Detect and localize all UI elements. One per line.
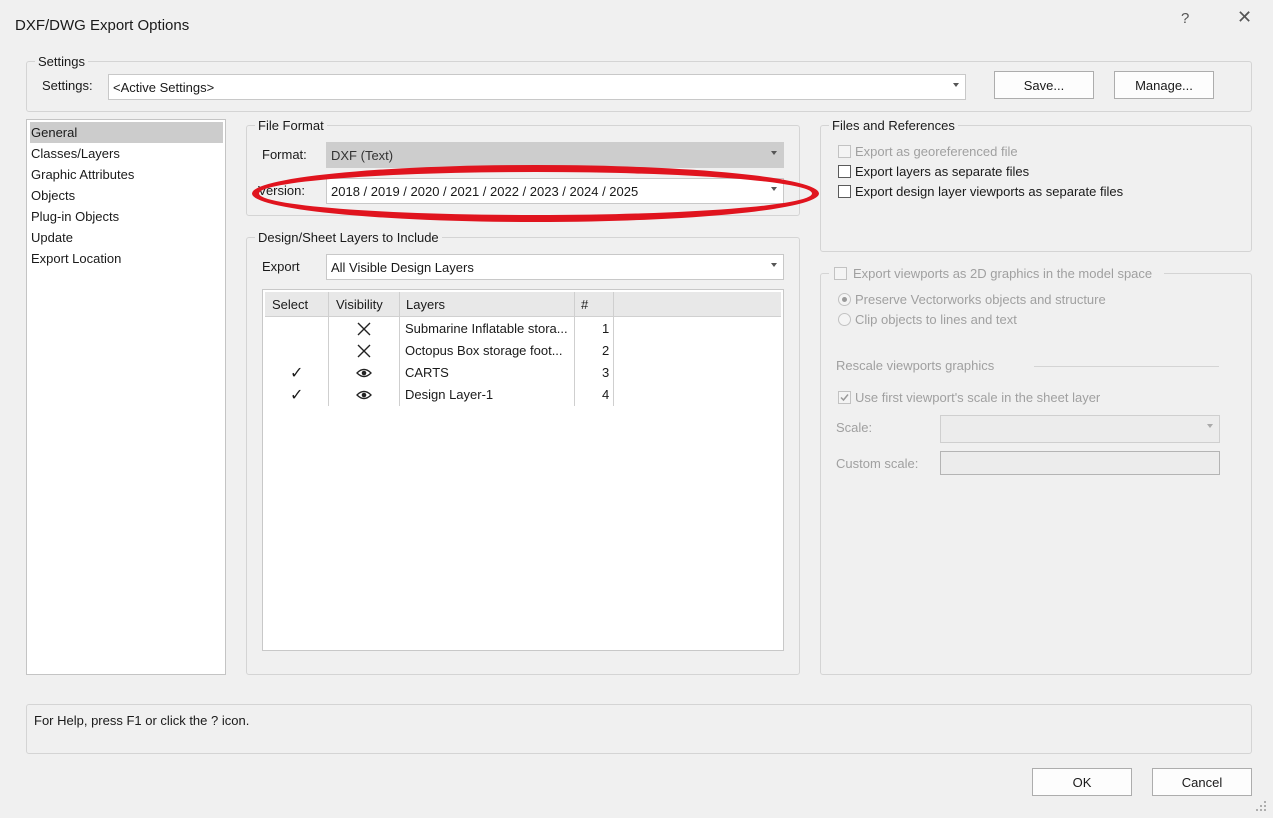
table-row[interactable]: ✓ Design Layer-1 4 <box>265 384 781 406</box>
row-select-cell[interactable]: ✓ <box>290 385 303 405</box>
preserve-objects-label: Preserve Vectorworks objects and structu… <box>855 292 1106 307</box>
rescale-label: Rescale viewports graphics <box>836 358 995 373</box>
clip-objects-radio[interactable] <box>838 313 851 326</box>
window-title: DXF/DWG Export Options <box>15 17 190 34</box>
sidebar-item-plugin-objects[interactable]: Plug-in Objects <box>30 206 223 227</box>
title-bar <box>0 0 1273 42</box>
sidebar-item-export-location[interactable]: Export Location <box>30 248 223 269</box>
eye-icon[interactable] <box>356 389 372 401</box>
format-label: Format: <box>262 147 307 162</box>
help-status-bar: For Help, press F1 or click the ? icon. <box>26 704 1252 754</box>
export-dropdown-value: All Visible Design Layers <box>331 260 474 275</box>
settings-group-legend: Settings <box>35 54 88 69</box>
check-icon <box>840 394 849 402</box>
row-layer-name: CARTS <box>405 365 449 380</box>
chevron-down-icon <box>953 83 959 87</box>
close-button[interactable]: ✕ <box>1237 7 1252 28</box>
manage-button[interactable]: Manage... <box>1114 71 1214 99</box>
chevron-down-icon <box>771 263 777 267</box>
sidebar-item-classes-layers[interactable]: Classes/Layers <box>30 143 223 164</box>
layers-separate-label: Export layers as separate files <box>855 164 1030 179</box>
column-header-visibility[interactable]: Visibility <box>336 297 383 312</box>
layers-table: Select Visibility Layers # Submarine Inf… <box>262 289 784 651</box>
use-first-scale-checkbox[interactable] <box>838 391 851 404</box>
chevron-down-icon <box>771 151 777 155</box>
column-header-select[interactable]: Select <box>272 297 308 312</box>
row-layer-name: Submarine Inflatable stora... <box>405 321 568 336</box>
eye-icon[interactable] <box>356 367 372 379</box>
row-number: 1 <box>602 321 610 336</box>
table-header: Select Visibility Layers # <box>265 292 781 317</box>
category-list: General Classes/Layers Graphic Attribute… <box>26 119 226 675</box>
file-format-legend: File Format <box>255 118 327 133</box>
custom-scale-label: Custom scale: <box>836 456 919 471</box>
help-button[interactable]: ? <box>1181 10 1189 27</box>
use-first-scale-label: Use first viewport's scale in the sheet … <box>855 390 1101 405</box>
table-row[interactable]: Octopus Box storage foot... 2 <box>265 340 781 362</box>
cancel-button[interactable]: Cancel <box>1152 768 1252 796</box>
export-label: Export <box>262 259 300 274</box>
settings-label: Settings: <box>42 78 93 93</box>
custom-scale-field[interactable] <box>940 451 1220 475</box>
sidebar-item-general[interactable]: General <box>30 122 223 143</box>
scale-dropdown[interactable] <box>940 415 1220 443</box>
layers-group-legend: Design/Sheet Layers to Include <box>255 230 442 245</box>
scale-label: Scale: <box>836 420 873 435</box>
sidebar-item-graphic-attributes[interactable]: Graphic Attributes <box>30 164 223 185</box>
georeferenced-checkbox[interactable] <box>838 145 851 158</box>
hidden-x-icon[interactable] <box>357 322 371 336</box>
settings-dropdown-value: <Active Settings> <box>113 80 215 95</box>
row-number: 2 <box>602 343 610 358</box>
help-status-text: For Help, press F1 or click the ? icon. <box>34 713 250 728</box>
chevron-down-icon <box>1207 424 1213 428</box>
clip-objects-label: Clip objects to lines and text <box>855 312 1017 327</box>
viewports-separate-label: Export design layer viewports as separat… <box>855 184 1124 199</box>
sidebar-item-objects[interactable]: Objects <box>30 185 223 206</box>
rescale-divider <box>1034 366 1219 367</box>
layers-separate-checkbox[interactable] <box>838 165 851 178</box>
row-layer-name: Octopus Box storage foot... <box>405 343 563 358</box>
column-header-layers[interactable]: Layers <box>406 297 445 312</box>
row-number: 3 <box>602 365 610 380</box>
georeferenced-label: Export as georeferenced file <box>855 144 1018 159</box>
table-row[interactable]: Submarine Inflatable stora... 1 <box>265 318 781 340</box>
resize-grip-icon[interactable] <box>1254 799 1268 813</box>
radio-selected-dot <box>842 297 847 302</box>
settings-dropdown[interactable]: <Active Settings> <box>108 74 966 100</box>
viewports-separate-checkbox[interactable] <box>838 185 851 198</box>
files-references-legend: Files and References <box>829 118 958 133</box>
export-viewports-label: Export viewports as 2D graphics in the m… <box>853 266 1153 281</box>
sidebar-item-update[interactable]: Update <box>30 227 223 248</box>
row-select-cell[interactable]: ✓ <box>290 363 303 383</box>
row-number: 4 <box>602 387 610 402</box>
column-header-number[interactable]: # <box>581 297 588 312</box>
export-dropdown[interactable]: All Visible Design Layers <box>326 254 784 280</box>
annotation-ellipse <box>252 165 819 222</box>
row-layer-name: Design Layer-1 <box>405 387 494 402</box>
export-viewports-checkbox[interactable] <box>834 267 847 280</box>
format-dropdown-value: DXF (Text) <box>331 148 394 163</box>
preserve-objects-radio[interactable] <box>838 293 851 306</box>
ok-button[interactable]: OK <box>1032 768 1132 796</box>
save-button[interactable]: Save... <box>994 71 1094 99</box>
hidden-x-icon[interactable] <box>357 344 371 358</box>
table-row[interactable]: ✓ CARTS 3 <box>265 362 781 384</box>
